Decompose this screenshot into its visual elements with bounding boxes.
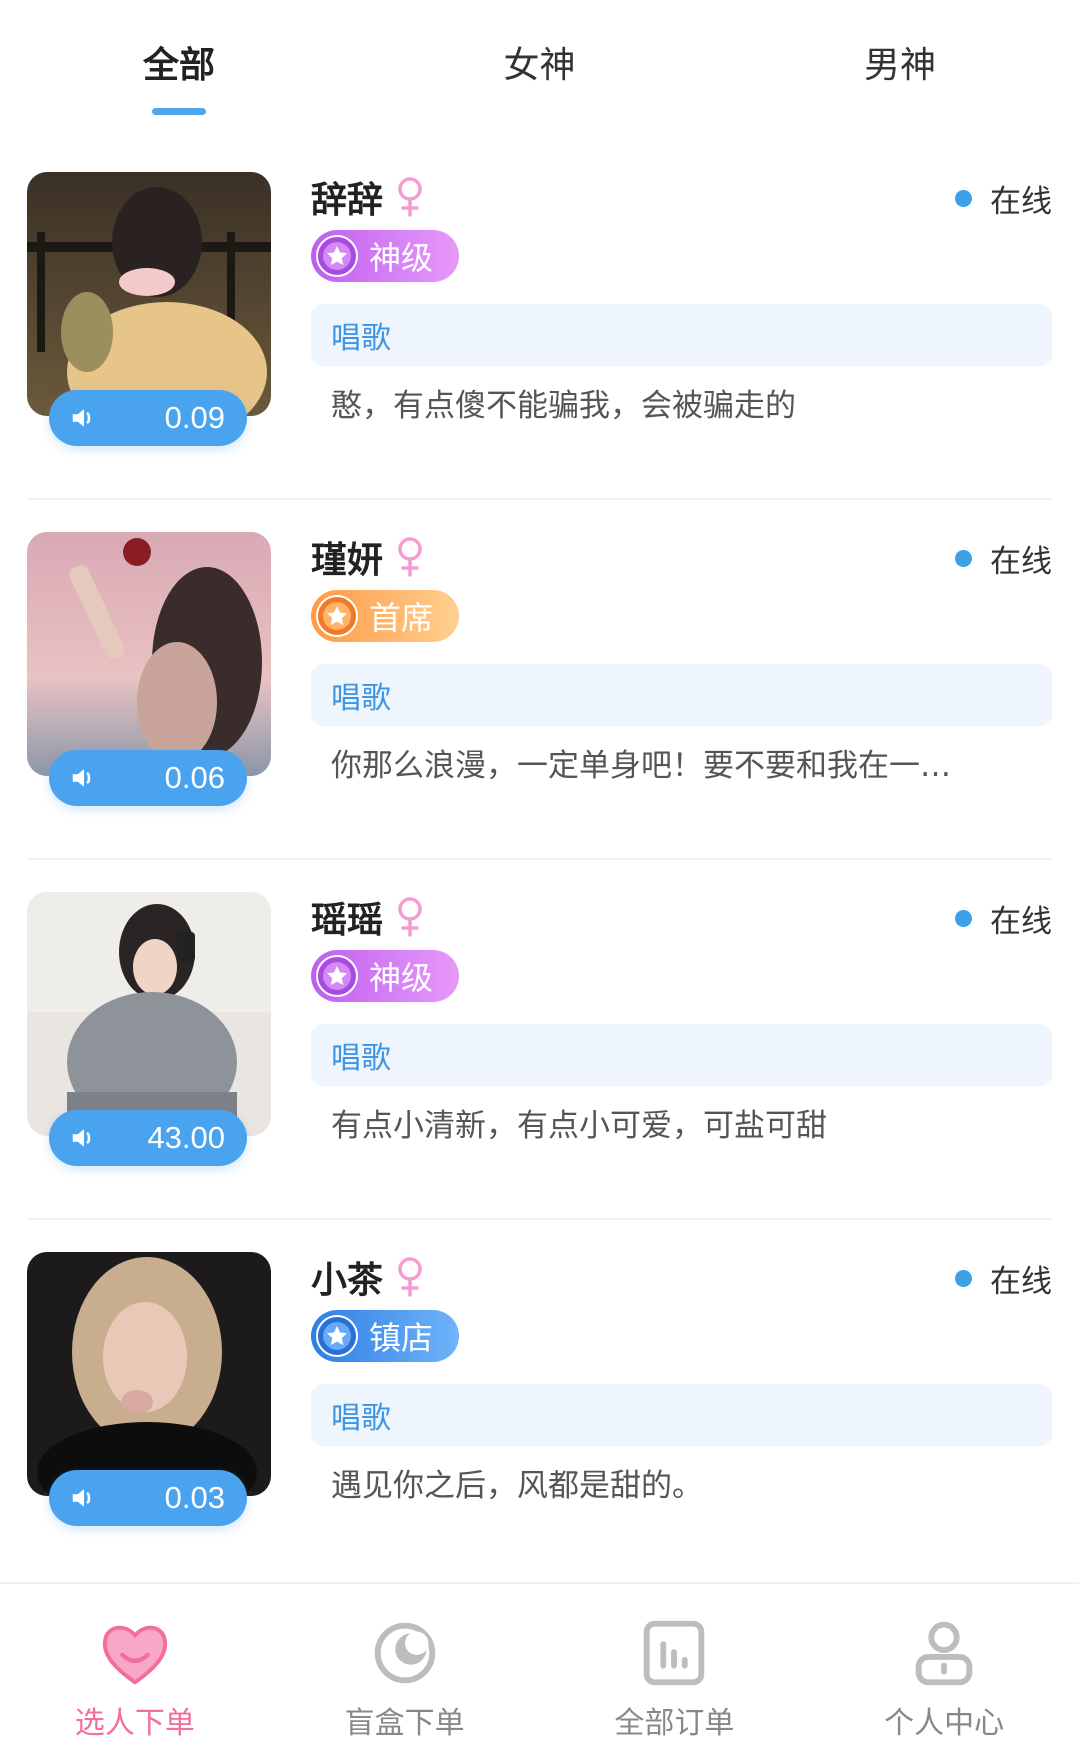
heart-smile-icon: [102, 1625, 167, 1685]
chart-icon: [644, 1620, 705, 1686]
voice-intro-button[interactable]: 0.06: [49, 750, 247, 806]
tab-all-label: 全部: [142, 45, 215, 86]
player-photo[interactable]: [27, 532, 271, 776]
online-status: 在线: [955, 536, 1052, 581]
player-card[interactable]: 0.03 小茶 在线 镇店 唱歌 遇见你之后，风都是甜的。: [27, 1220, 1052, 1580]
voice-duration: 0.03: [164, 1480, 225, 1515]
player-name: 瑶瑶: [311, 900, 384, 941]
online-status-label: 在线: [990, 544, 1052, 580]
player-info: 瑶瑶 在线 神级 唱歌 有点小清新，有点小可爱，可盐可甜: [311, 892, 1052, 1145]
medal-icon: [316, 595, 358, 637]
player-photo[interactable]: [27, 892, 271, 1136]
voice-duration: 43.00: [147, 1120, 225, 1155]
level-badge: 神级: [311, 230, 460, 282]
player-name: 小茶: [311, 1260, 384, 1301]
speaker-icon: [72, 769, 91, 787]
speaker-icon: [72, 1489, 91, 1507]
person-icon: [915, 1621, 973, 1686]
online-dot: [955, 1270, 972, 1287]
nav-profile-label: 个人中心: [884, 1706, 1005, 1741]
player-bio: 有点小清新，有点小可爱，可盐可甜: [331, 1108, 827, 1144]
moon-icon: [374, 1622, 435, 1684]
nav-blind-box-order-label: 盲盒下单: [344, 1706, 465, 1741]
level-badge: 首席: [311, 590, 460, 642]
online-dot: [955, 190, 972, 207]
level-badge: 镇店: [311, 1310, 460, 1362]
medal-icon: [316, 955, 358, 997]
level-label: 首席: [369, 599, 434, 637]
app-root: 全部 女神 男神 0.09 辞辞 在线 神级 唱歌 憨，有点傻不能骗我，会被骗走…: [0, 0, 1079, 1758]
player-card[interactable]: 0.06 瑾妍 在线 首席 唱歌 你那么浪漫，一定单身吧！要不要和我在一…: [27, 500, 1052, 860]
medal-icon: [316, 235, 358, 277]
nav-profile[interactable]: 个人中心: [824, 1584, 1064, 1742]
voice-intro-button[interactable]: 0.03: [49, 1470, 247, 1526]
nav-select-order[interactable]: 选人下单: [15, 1584, 255, 1742]
player-bio: 憨，有点傻不能骗我，会被骗走的: [331, 388, 796, 424]
tab-goddess-label: 女神: [503, 45, 576, 86]
level-label: 镇店: [369, 1319, 434, 1357]
player-photo[interactable]: [27, 172, 271, 416]
online-status-label: 在线: [990, 184, 1052, 220]
online-status: 在线: [955, 1256, 1052, 1301]
female-icon: [398, 537, 422, 577]
speaker-icon: [72, 409, 91, 427]
speaker-icon: [72, 1129, 91, 1147]
female-icon: [398, 177, 422, 217]
player-info: 小茶 在线 镇店 唱歌 遇见你之后，风都是甜的。: [311, 1252, 1052, 1505]
nav-select-order-label: 选人下单: [74, 1706, 195, 1741]
tab-god-label: 男神: [863, 45, 936, 86]
female-icon: [398, 897, 422, 937]
skill-tag: 唱歌: [311, 1384, 1052, 1446]
online-dot: [955, 550, 972, 567]
tab-goddess[interactable]: 女神: [425, 0, 655, 140]
tab-god[interactable]: 男神: [785, 0, 1015, 140]
skill-tag: 唱歌: [311, 304, 1052, 366]
level-badge: 神级: [311, 950, 460, 1002]
active-tab-indicator: [152, 108, 206, 115]
medal-icon: [316, 1315, 358, 1357]
skill-tag: 唱歌: [311, 664, 1052, 726]
online-status: 在线: [955, 176, 1052, 221]
player-bio: 你那么浪漫，一定单身吧！要不要和我在一…: [331, 748, 951, 784]
player-card[interactable]: 0.09 辞辞 在线 神级 唱歌 憨，有点傻不能骗我，会被骗走的: [27, 140, 1052, 500]
voice-intro-button[interactable]: 0.09: [49, 390, 247, 446]
player-photo[interactable]: [27, 1252, 271, 1496]
player-card[interactable]: 43.00 瑶瑶 在线 神级 唱歌 有点小清新，有点小可爱，可盐可甜: [27, 860, 1052, 1220]
player-info: 瑾妍 在线 首席 唱歌 你那么浪漫，一定单身吧！要不要和我在一…: [311, 532, 1052, 785]
player-bio: 遇见你之后，风都是甜的。: [331, 1468, 703, 1504]
bottom-nav: 选人下单 盲盒下单 全部订单 个人中心: [0, 1582, 1079, 1758]
tab-all[interactable]: 全部: [64, 0, 294, 140]
nav-all-orders-label: 全部订单: [614, 1706, 735, 1741]
voice-duration: 0.09: [164, 400, 225, 435]
online-status: 在线: [955, 896, 1052, 941]
skill-tag: 唱歌: [311, 1024, 1052, 1086]
nav-blind-box-order[interactable]: 盲盒下单: [285, 1584, 525, 1742]
player-name: 辞辞: [311, 180, 384, 221]
nav-all-orders[interactable]: 全部订单: [554, 1584, 794, 1742]
level-label: 神级: [369, 959, 434, 997]
voice-intro-button[interactable]: 43.00: [49, 1110, 247, 1166]
voice-duration: 0.06: [164, 760, 225, 795]
female-icon: [398, 1257, 422, 1297]
player-list: 0.09 辞辞 在线 神级 唱歌 憨，有点傻不能骗我，会被骗走的 0.06 瑾妍…: [0, 140, 1079, 1580]
level-label: 神级: [369, 239, 434, 277]
online-status-label: 在线: [990, 904, 1052, 940]
player-info: 辞辞 在线 神级 唱歌 憨，有点傻不能骗我，会被骗走的: [311, 172, 1052, 425]
online-dot: [955, 910, 972, 927]
category-tabs: 全部 女神 男神: [0, 0, 1079, 140]
player-name: 瑾妍: [311, 540, 384, 581]
online-status-label: 在线: [990, 1264, 1052, 1300]
